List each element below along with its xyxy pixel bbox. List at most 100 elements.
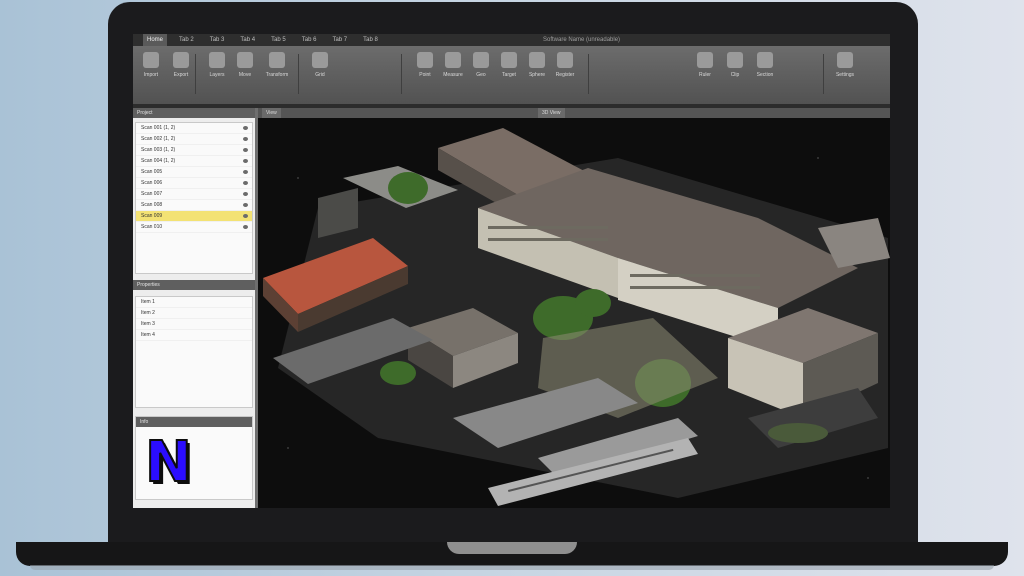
ribbon-button-transform[interactable]: Transform bbox=[265, 52, 289, 86]
channel-logo: N bbox=[144, 430, 193, 495]
ribbon-button-target[interactable]: Target bbox=[497, 52, 521, 86]
ribbon-button-label: Grid bbox=[315, 72, 325, 78]
list-item[interactable]: Scan 005 bbox=[136, 167, 252, 178]
eye-icon[interactable] bbox=[243, 159, 248, 163]
ribbon-tab-3[interactable]: Tab 3 bbox=[206, 34, 229, 46]
ribbon-button-layers[interactable]: Layers bbox=[205, 52, 229, 86]
laptop-base-shadow bbox=[30, 565, 994, 570]
eye-icon[interactable] bbox=[243, 126, 248, 130]
panel-header: Project bbox=[133, 108, 255, 118]
eye-icon[interactable] bbox=[243, 214, 248, 218]
ribbon-separator bbox=[823, 54, 824, 94]
ribbon-button-section[interactable]: Section bbox=[753, 52, 777, 86]
ribbon-tab-4[interactable]: Tab 4 bbox=[236, 34, 259, 46]
ribbon-button-clip[interactable]: Clip bbox=[723, 52, 747, 86]
ribbon-button-label: Geo bbox=[476, 72, 486, 78]
ribbon-button-pin[interactable]: Point bbox=[413, 52, 437, 86]
ribbon-button-label: Layers bbox=[209, 72, 225, 78]
list-item-label: Scan 005 bbox=[141, 169, 163, 175]
list-item[interactable]: Scan 008 bbox=[136, 200, 252, 211]
target-icon bbox=[501, 52, 517, 68]
ribbon-tab-6[interactable]: Tab 6 bbox=[298, 34, 321, 46]
viewport-header: View 3D View bbox=[258, 108, 890, 118]
list-item-label: Scan 007 bbox=[141, 191, 163, 197]
property-item[interactable]: Item 4 bbox=[136, 330, 252, 341]
eye-icon[interactable] bbox=[243, 181, 248, 185]
ribbon-button-label: Transform bbox=[265, 72, 289, 78]
ribbon-button-move[interactable]: Move bbox=[233, 52, 257, 86]
viewport-tab-3d[interactable]: 3D View bbox=[538, 108, 565, 118]
globe-icon bbox=[473, 52, 489, 68]
point-cloud-scene bbox=[263, 128, 890, 506]
eye-icon[interactable] bbox=[243, 192, 248, 196]
cube-icon bbox=[173, 52, 189, 68]
ribbon-button-settings[interactable]: Settings bbox=[833, 52, 857, 86]
ruler-icon bbox=[697, 52, 713, 68]
ribbon-button-label: Measure bbox=[443, 72, 463, 78]
ribbon-button-label: Section bbox=[756, 72, 774, 78]
point-cloud-viewport[interactable]: View 3D View bbox=[258, 108, 890, 508]
eye-icon[interactable] bbox=[243, 148, 248, 152]
laptop-notch bbox=[447, 542, 577, 554]
section-icon bbox=[757, 52, 773, 68]
cube-icon bbox=[143, 52, 159, 68]
ribbon-button-register[interactable]: Register bbox=[553, 52, 577, 86]
property-item[interactable]: Item 2 bbox=[136, 308, 252, 319]
title-bar: Home Tab 2 Tab 3 Tab 4 Tab 5 Tab 6 Tab 7 Tab 8 … bbox=[133, 34, 890, 46]
list-item[interactable]: Scan 010 bbox=[136, 222, 252, 233]
list-item[interactable]: Scan 007 bbox=[136, 189, 252, 200]
settings-icon bbox=[837, 52, 853, 68]
ribbon-separator bbox=[195, 54, 196, 94]
pin-icon bbox=[417, 52, 433, 68]
eye-icon[interactable] bbox=[243, 203, 248, 207]
list-item-label: Scan 008 bbox=[141, 202, 163, 208]
ribbon-button-label: Export bbox=[173, 72, 189, 78]
ribbon-tab-1[interactable]: Home bbox=[143, 34, 168, 46]
ribbon-button-label: Sphere bbox=[528, 72, 546, 78]
laptop-screen: Home Tab 2 Tab 3 Tab 4 Tab 5 Tab 6 Tab 7 Tab 8 … bbox=[133, 34, 890, 508]
property-item[interactable]: Item 1 bbox=[136, 297, 252, 308]
ribbon-button-label: Import bbox=[143, 72, 159, 78]
ribbon-separator bbox=[401, 54, 402, 94]
list-item[interactable]: Scan 001 (1, 2) bbox=[136, 123, 252, 134]
grid-icon bbox=[312, 52, 328, 68]
ribbon-button-label: Target bbox=[502, 72, 516, 78]
list-item[interactable]: Scan 006 bbox=[136, 178, 252, 189]
ribbon-button-label: Settings bbox=[835, 72, 855, 78]
scan-list: Scan 001 (1, 2) Scan 002 (1, 2) Scan 003 (… bbox=[135, 122, 253, 274]
list-item[interactable]: Scan 003 (1, 2) bbox=[136, 145, 252, 156]
app-title: Software Name (unreadable) bbox=[543, 37, 621, 43]
ribbon-tab-5[interactable]: Tab 5 bbox=[267, 34, 290, 46]
ribbon-button-label: Point bbox=[419, 72, 431, 78]
ribbon-button-globe[interactable]: Geo bbox=[469, 52, 493, 86]
ribbon-button-sphere[interactable]: Sphere bbox=[525, 52, 549, 86]
layers-icon bbox=[209, 52, 225, 68]
list-item[interactable]: Scan 004 (1, 2) bbox=[136, 156, 252, 167]
ribbon-button-grid[interactable]: Grid bbox=[308, 52, 332, 86]
eye-icon[interactable] bbox=[243, 137, 248, 141]
ribbon-tab-2[interactable]: Tab 2 bbox=[175, 34, 198, 46]
eye-icon[interactable] bbox=[243, 170, 248, 174]
ribbon-tab-7[interactable]: Tab 7 bbox=[328, 34, 351, 46]
ribbon-button-cube[interactable]: Import bbox=[139, 52, 163, 86]
ribbon-button-cube[interactable]: Export bbox=[169, 52, 193, 86]
ribbon-separator bbox=[588, 54, 589, 94]
list-item-label: Scan 006 bbox=[141, 180, 163, 186]
measure-icon bbox=[445, 52, 461, 68]
ribbon-tab-8[interactable]: Tab 8 bbox=[359, 34, 382, 46]
list-item[interactable]: Scan 009 bbox=[136, 211, 252, 222]
move-icon bbox=[237, 52, 253, 68]
info-box: Info N bbox=[135, 416, 253, 500]
list-item-label: Scan 002 (1, 2) bbox=[141, 136, 176, 142]
list-item-label: Scan 001 (1, 2) bbox=[141, 125, 176, 131]
property-item[interactable]: Item 3 bbox=[136, 319, 252, 330]
properties-header: Properties bbox=[133, 280, 255, 290]
left-panel: Project Scan 001 (1, 2) Scan 002 (1, 2) Sc… bbox=[133, 108, 255, 508]
ribbon-toolbar: Import Export Layers Move Transform Grid Point… bbox=[133, 46, 890, 105]
list-item[interactable]: Scan 002 (1, 2) bbox=[136, 134, 252, 145]
eye-icon[interactable] bbox=[243, 225, 248, 229]
ribbon-button-ruler[interactable]: Ruler bbox=[693, 52, 717, 86]
ribbon-button-measure[interactable]: Measure bbox=[441, 52, 465, 86]
viewport-tab-view[interactable]: View bbox=[262, 108, 281, 118]
ribbon-separator bbox=[298, 54, 299, 94]
